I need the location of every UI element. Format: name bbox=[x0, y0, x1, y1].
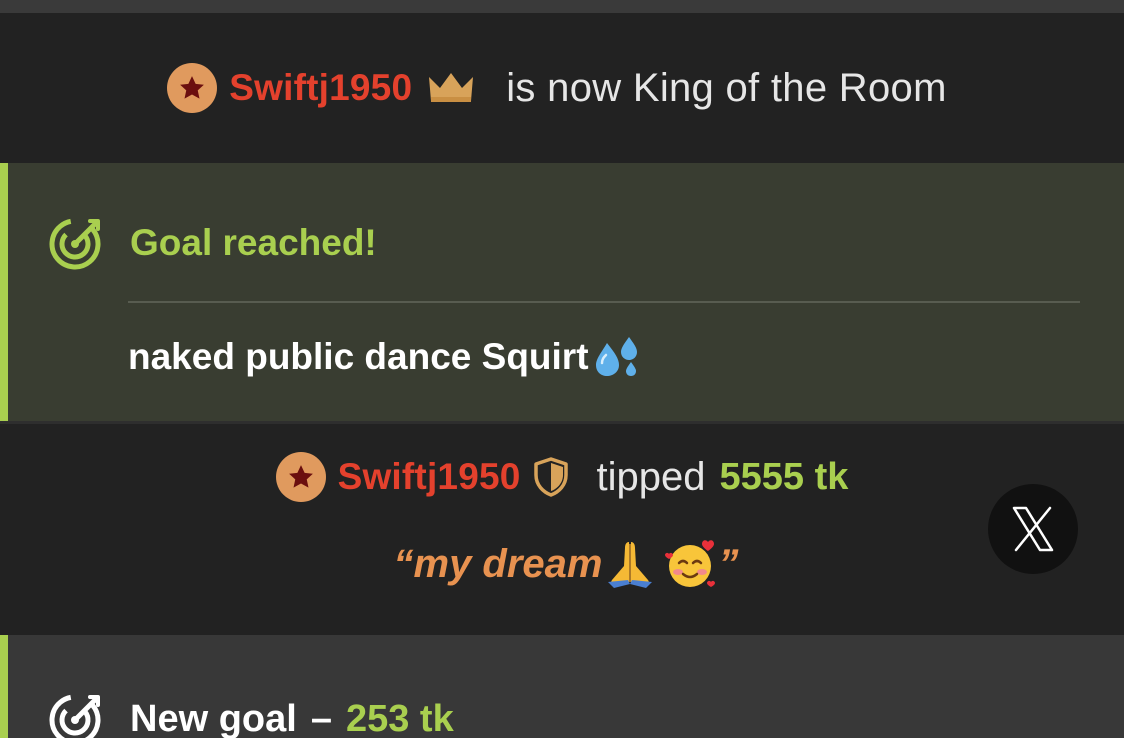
new-goal-header: New goal – 253 tk bbox=[48, 691, 454, 738]
star-badge-icon bbox=[167, 63, 218, 113]
new-goal-panel: New goal – 253 tk bbox=[0, 635, 1124, 738]
king-event-content: Swiftj1950 is now King of the Room bbox=[167, 63, 946, 113]
goal-name: naked public dance Squirt bbox=[128, 335, 643, 379]
target-icon bbox=[48, 215, 104, 271]
tip-message-content: “my dream ” bbox=[393, 536, 739, 592]
goal-name-text: naked public dance Squirt bbox=[128, 336, 589, 377]
tip-message-text: “my dream bbox=[393, 541, 603, 586]
goal-divider bbox=[128, 301, 1080, 303]
new-goal-label: New goal bbox=[130, 697, 297, 738]
goal-reached-header: Goal reached! bbox=[48, 215, 377, 271]
new-goal-dash: – bbox=[310, 697, 332, 738]
smiling-face-with-hearts-icon bbox=[662, 536, 718, 592]
x-close-button[interactable] bbox=[988, 484, 1078, 574]
chat-feed: Swiftj1950 is now King of the Room Goal … bbox=[0, 0, 1124, 738]
goal-reached-title: Goal reached! bbox=[130, 222, 377, 263]
username[interactable]: Swiftj1950 bbox=[229, 67, 412, 109]
tip-action: tipped bbox=[596, 454, 706, 499]
tip-message: “my dream ” bbox=[0, 536, 1124, 592]
username[interactable]: Swiftj1950 bbox=[338, 456, 521, 498]
shield-icon bbox=[533, 457, 569, 497]
king-event-row: Swiftj1950 is now King of the Room bbox=[0, 13, 1124, 163]
tip-line: Swiftj1950 tipped 5555 tk bbox=[0, 452, 1124, 502]
goal-reached-panel: Goal reached! naked public dance Squirt bbox=[0, 163, 1124, 421]
sweat-droplets-icon bbox=[593, 335, 643, 379]
tip-message-close-quote: ” bbox=[718, 541, 739, 586]
tip-amount: 5555 tk bbox=[719, 455, 849, 498]
x-close-icon bbox=[1012, 506, 1054, 552]
crown-icon bbox=[426, 71, 476, 105]
folded-hands-icon bbox=[602, 536, 658, 592]
tip-event-row: Swiftj1950 tipped 5555 tk “my dream ” bbox=[0, 424, 1124, 635]
top-divider bbox=[0, 0, 1124, 13]
king-message: is now King of the Room bbox=[506, 65, 947, 110]
star-badge-icon bbox=[275, 452, 326, 502]
tip-line-content: Swiftj1950 tipped 5555 tk bbox=[275, 452, 849, 502]
new-goal-amount: 253 tk bbox=[345, 697, 454, 738]
target-icon bbox=[48, 691, 104, 738]
